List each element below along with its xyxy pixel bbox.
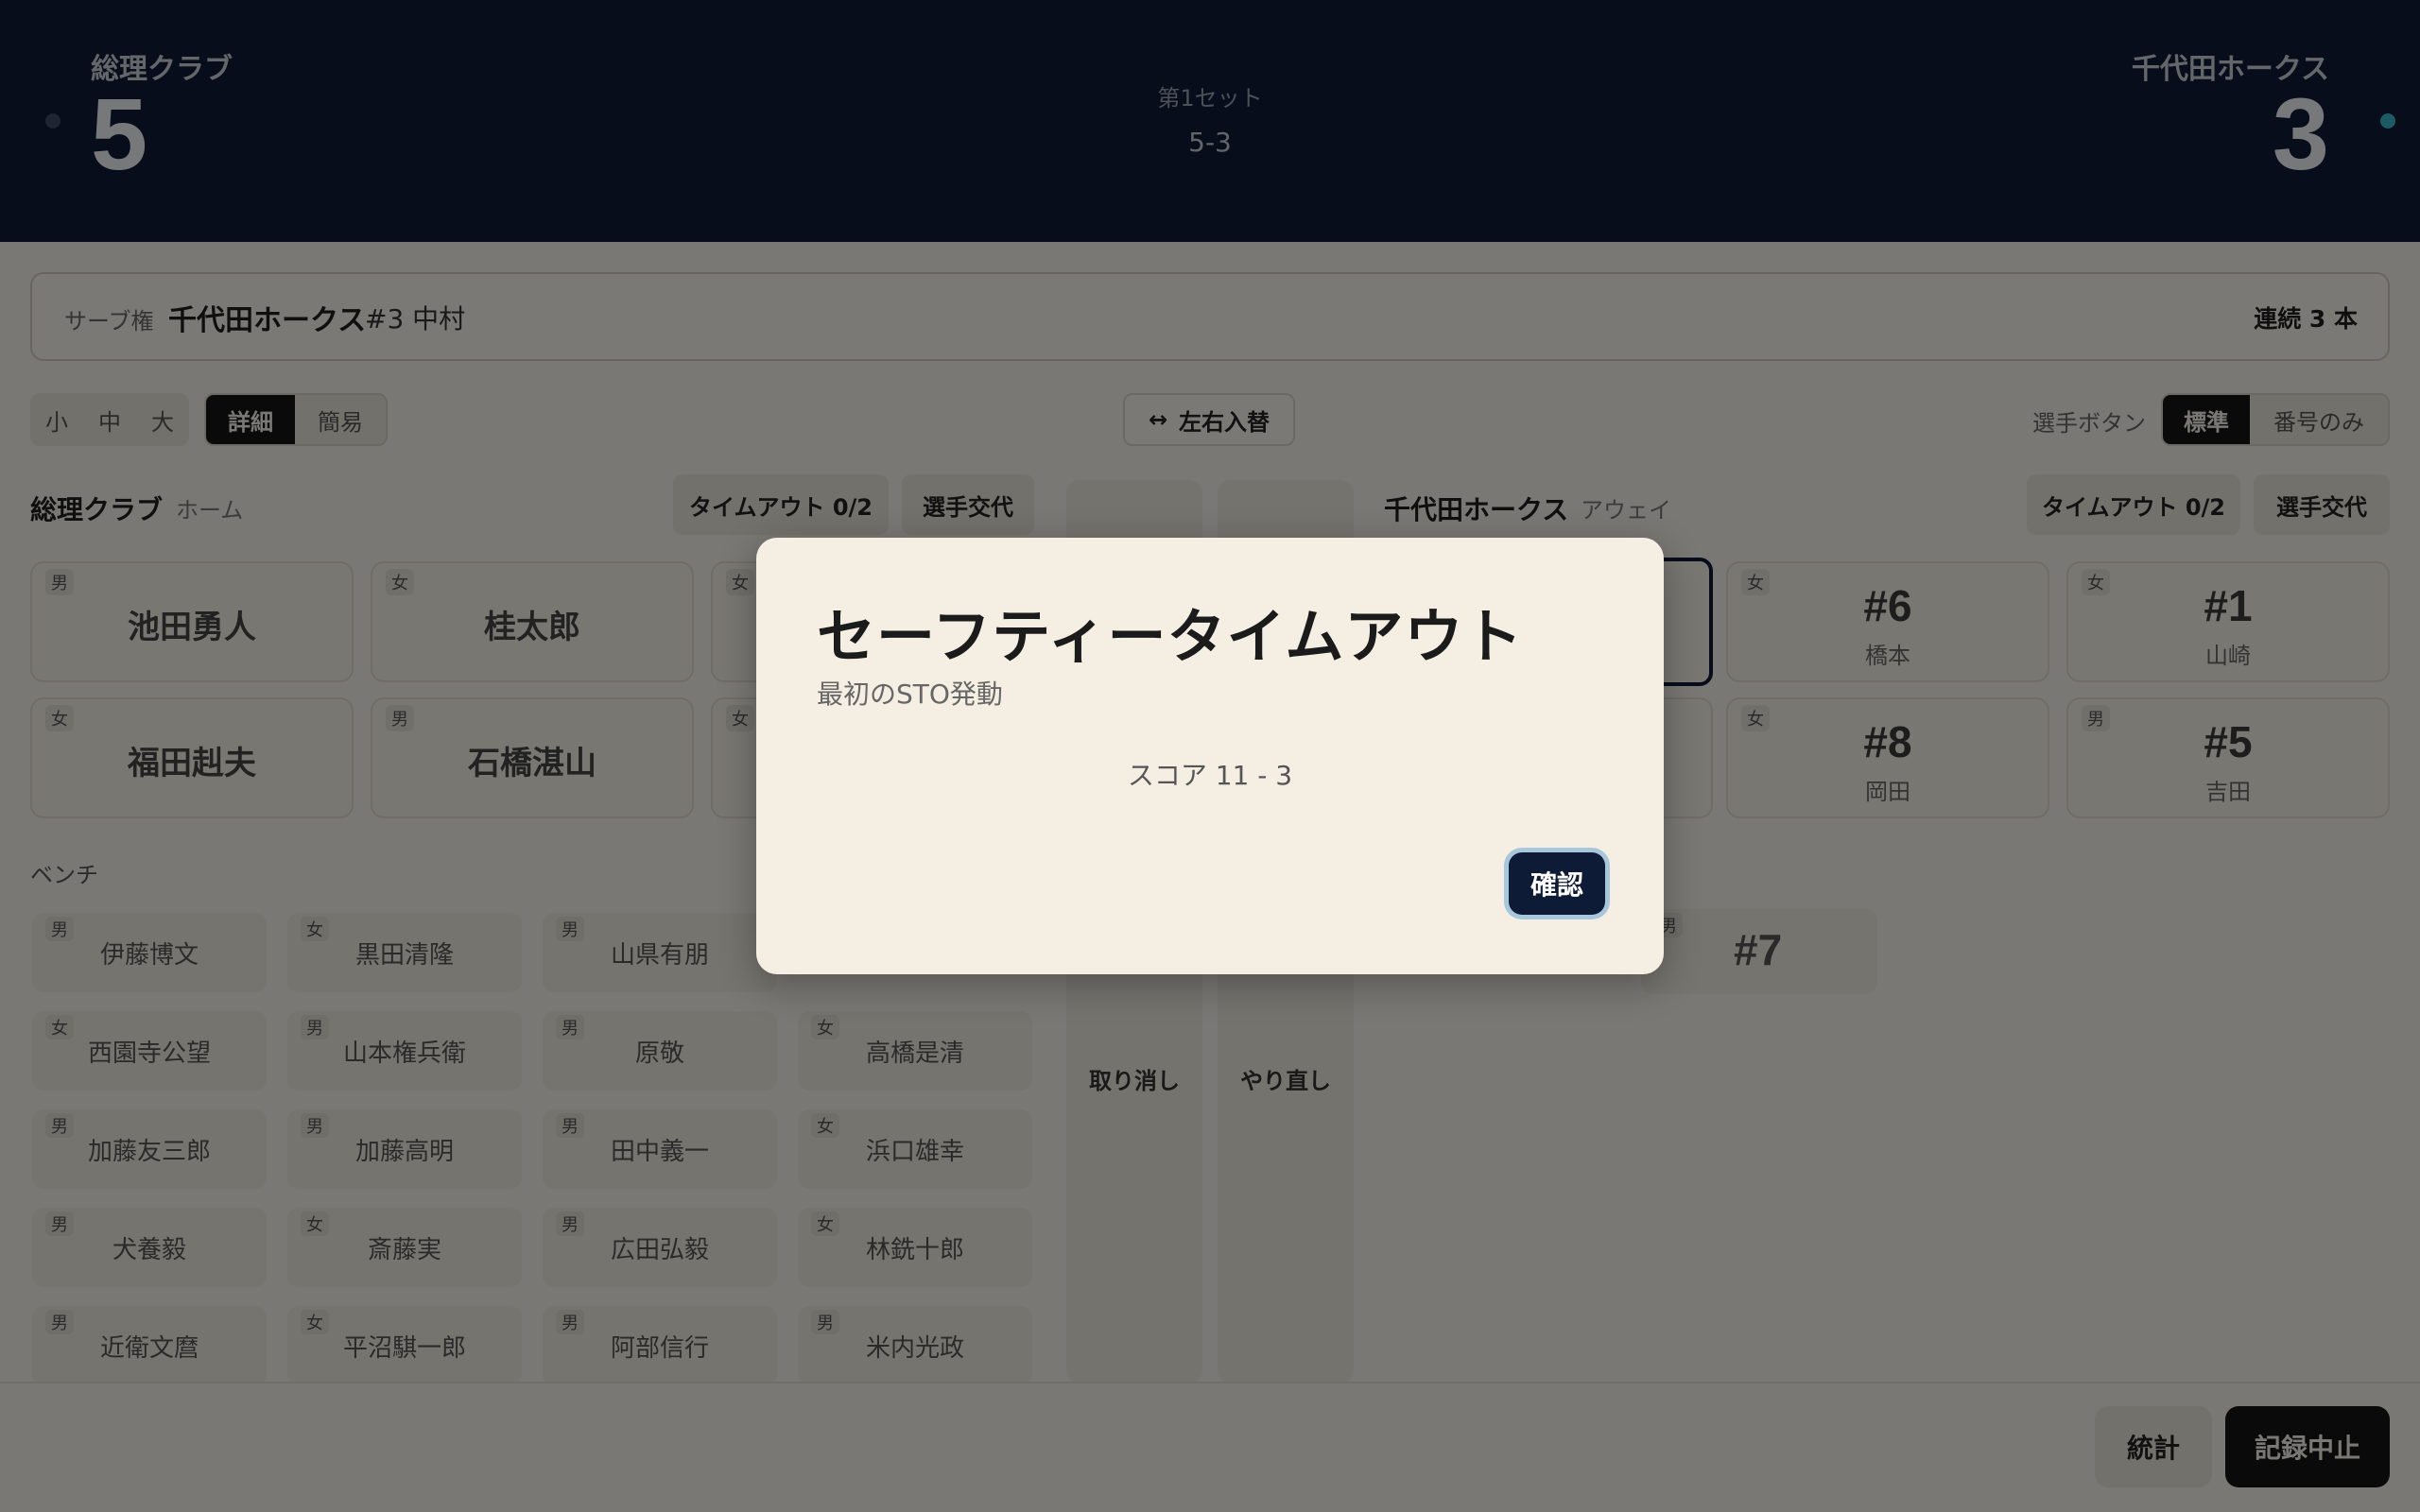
dialog-score: スコア 11 - 3 xyxy=(1127,760,1293,791)
safety-timeout-dialog: セーフティータイムアウト 最初のSTO発動 スコア 11 - 3 確認 xyxy=(756,538,1664,974)
dialog-subtitle: 最初のSTO発動 xyxy=(817,679,1003,710)
confirm-button[interactable]: 確認 xyxy=(1509,852,1605,915)
dialog-title: セーフティータイムアウト xyxy=(817,602,1524,671)
